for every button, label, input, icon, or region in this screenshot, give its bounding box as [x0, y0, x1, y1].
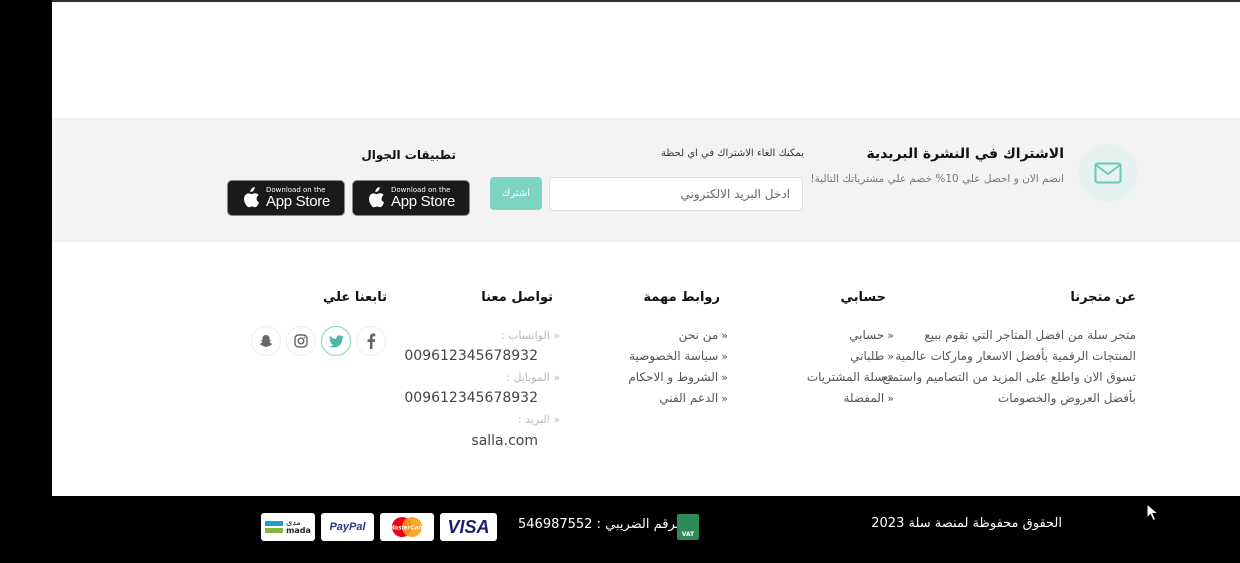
footer-link-my-account[interactable]: «حسابي — [849, 328, 894, 342]
newsletter-subtitle: انضم الان و احصل علي 10% خصم علي مشتريات… — [810, 173, 1064, 185]
mastercard-logo: MasterCard — [380, 513, 434, 541]
svg-text:MasterCard: MasterCard — [389, 525, 426, 532]
account-title: حسابي — [840, 290, 886, 305]
footer-link-terms[interactable]: «الشروط و الاحكام — [628, 370, 728, 384]
instagram-icon[interactable] — [286, 326, 316, 356]
mada-logo: مدى mada — [261, 513, 315, 541]
app-store-big-text: App Store — [391, 193, 456, 210]
whatsapp-number[interactable]: 009612345678932 — [404, 348, 538, 364]
chevron-double-icon: « — [721, 329, 728, 342]
apple-icon — [369, 187, 385, 208]
tax-value: 546987552 — [518, 517, 593, 532]
follow-title: تابعنا علي — [322, 290, 387, 305]
visa-logo: VISA — [440, 513, 497, 541]
mail-icon — [1079, 144, 1137, 202]
newsletter-title: الاشتراك في النشرة البريدية — [866, 146, 1064, 162]
whatsapp-label: « الواتساب : — [500, 329, 560, 342]
link-label: المفضلة — [843, 391, 885, 405]
apple-icon — [244, 187, 260, 208]
link-label: سياسة الخصوصية — [629, 349, 719, 363]
chevron-double-icon: « — [887, 392, 894, 405]
tax-number: الرقم الضريبي : 546987552 — [518, 517, 683, 532]
chevron-double-icon: « — [887, 329, 894, 342]
paypal-logo: PayPal — [321, 513, 374, 541]
link-label: طلباتي — [850, 349, 885, 363]
footer-link-about-us[interactable]: «من نحن — [679, 328, 728, 342]
app-store-big-text: App Store — [266, 193, 331, 210]
page-background — [52, 0, 1240, 563]
about-text-line: بأفضل العروض والخصومات — [997, 391, 1136, 405]
subscribe-button[interactable]: اشترك — [490, 177, 542, 210]
link-label: الشروط و الاحكام — [628, 370, 719, 384]
chevron-double-icon: « — [721, 350, 728, 363]
link-label: من نحن — [678, 328, 719, 342]
chevron-double-icon: « — [887, 371, 894, 384]
link-label: سلة المشتريات — [806, 370, 885, 384]
vat-logo: VAT — [677, 514, 699, 540]
twitter-icon[interactable] — [321, 326, 351, 356]
about-text-line: تسوق الان واطلع على المزيد من التصاميم و… — [882, 370, 1136, 384]
chevron-double-icon: « — [721, 371, 728, 384]
contact-title: تواصل معنا — [481, 290, 553, 305]
mobile-label: « الموبايل : — [506, 371, 560, 384]
important-links-title: روابط مهمة — [643, 290, 720, 305]
link-label: الدعم الفني — [659, 391, 719, 405]
app-store-button[interactable]: Download on the App Store — [227, 180, 345, 216]
snapchat-icon[interactable] — [251, 326, 281, 356]
footer-link-privacy[interactable]: «سياسة الخصوصية — [629, 349, 728, 363]
newsletter-email-input[interactable] — [549, 177, 803, 211]
chevron-double-icon: « — [721, 392, 728, 405]
copyright-text: الحقوق محفوظة لمنصة سلة 2023 — [871, 516, 1062, 531]
footer-link-support[interactable]: «الدعم الفني — [659, 391, 728, 405]
mouse-cursor-icon — [1146, 503, 1160, 522]
email-label: « البريد : — [517, 413, 560, 426]
email-address[interactable]: salla.com — [471, 433, 538, 449]
chevron-double-icon: « — [887, 350, 894, 363]
link-label: حسابي — [849, 328, 885, 342]
about-text-line: متجر سلة من افضل المتاجر التي تقوم ببيع — [924, 328, 1136, 342]
top-divider — [52, 0, 1240, 2]
facebook-icon[interactable] — [356, 326, 386, 356]
about-text-line: المنتجات الرقمية بأفضل الاسعار وماركات ع… — [895, 349, 1136, 363]
footer-link-orders[interactable]: «طلباتي — [850, 349, 894, 363]
about-title: عن متجرنا — [1070, 290, 1136, 305]
mobile-number[interactable]: 009612345678932 — [404, 390, 538, 406]
app-store-button[interactable]: Download on the App Store — [352, 180, 470, 216]
footer-link-wishlist[interactable]: «المفضلة — [843, 391, 894, 405]
unsubscribe-note: يمكنك الغاء الاشتراك في اي لحظة — [660, 148, 804, 159]
footer-link-cart[interactable]: «سلة المشتريات — [807, 370, 894, 384]
tax-label: الرقم الضريبي : — [596, 517, 684, 532]
mobile-apps-title: تطبيقات الجوال — [361, 148, 456, 162]
